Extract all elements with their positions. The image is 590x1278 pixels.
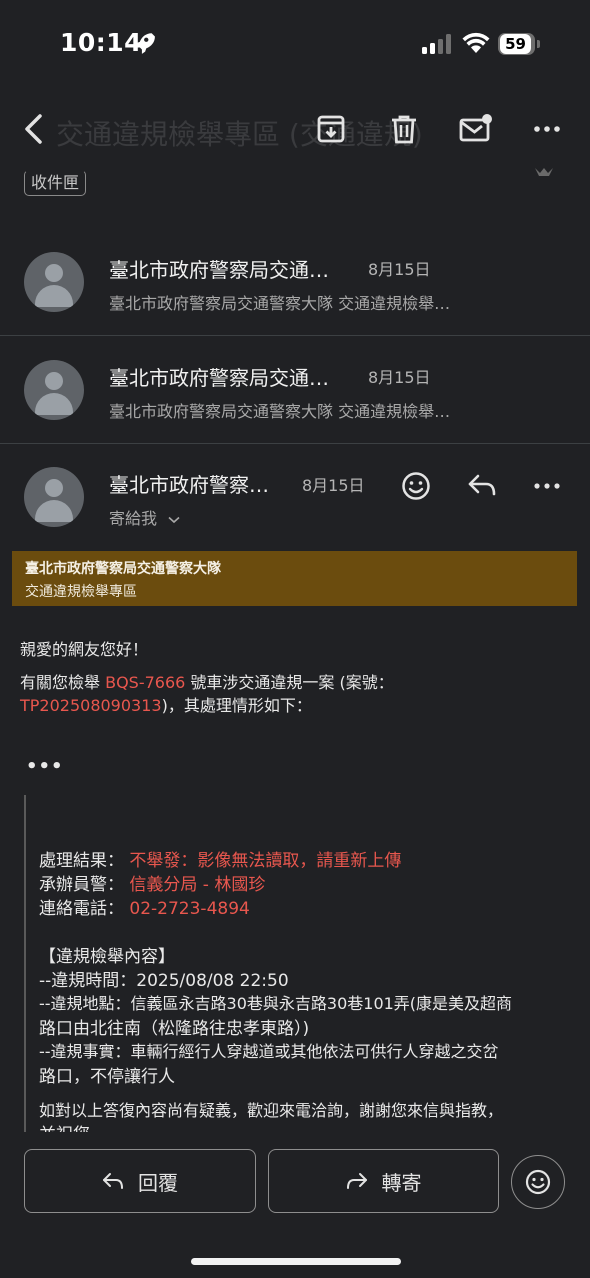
banner-subtitle: 交通違規檢舉專區 [25, 584, 137, 600]
message-more-icon[interactable] [531, 472, 563, 500]
archive-icon[interactable] [314, 112, 348, 146]
phone-line: 連絡電話： 02-2723-4894 [39, 899, 250, 919]
star-icon[interactable] [532, 168, 556, 184]
emoji-icon [525, 1169, 551, 1195]
emoji-reaction-button[interactable] [511, 1155, 565, 1209]
thread-date: 8月15日 [368, 260, 431, 279]
wifi-icon [462, 32, 490, 53]
forward-label: 轉寄 [381, 1170, 422, 1195]
phone-link[interactable]: 02-2723-4894 [129, 899, 249, 919]
show-trimmed-content-button[interactable]: ••• [26, 756, 64, 777]
avatar [24, 252, 84, 312]
banner-title: 臺北市政府警察局交通警察大隊 [25, 561, 221, 577]
battery-indicator: 59 [498, 33, 542, 55]
email-banner: 臺北市政府警察局交通警察大隊 交通違規檢舉專區 [12, 551, 577, 606]
body-line: 有關您檢舉 BQS-7666 號車涉交通違規一案 (案號： [20, 673, 394, 692]
closing-text: 如對以上答復內容尚有疑義，歡迎來電洽詢，謝謝您來信與指教， [39, 1101, 504, 1120]
back-arrow-icon[interactable] [18, 112, 48, 146]
battery-level: 59 [500, 34, 531, 54]
inbox-label-chip[interactable]: 收件匣 [24, 170, 87, 196]
greeting: 親愛的網友您好！ [20, 640, 149, 659]
violation-place: --違規地點：信義區永吉路30巷與永吉路30巷101弄(康是美及超商 [39, 994, 513, 1013]
result-line: 處理結果： 不舉發：影像無法讀取，請重新上傳 [39, 851, 402, 871]
thread-sender: 臺北市政府警察局交通… [109, 258, 329, 282]
divider [0, 443, 590, 444]
reply-button[interactable]: 回覆 [24, 1149, 256, 1213]
quote-bar [24, 795, 26, 1135]
reply-icon[interactable] [466, 472, 498, 500]
violation-fact-cont: 路口，不停讓行人 [39, 1067, 175, 1087]
reply-label: 回覆 [138, 1170, 178, 1195]
thread-snippet: 臺北市政府警察局交通警察大隊 交通違規檢舉… [109, 294, 451, 313]
thread-sender: 臺北市政府警察局交通… [109, 366, 329, 390]
thread-snippet: 臺北市政府警察局交通警察大隊 交通違規檢舉… [109, 402, 451, 421]
violation-fact: --違規事實：車輛行經行人穿越道或其他依法可供行人穿越之交岔 [39, 1042, 499, 1061]
home-indicator[interactable] [191, 1258, 401, 1265]
thread-row[interactable]: 臺北市政府警察局交通… 8月15日 臺北市政府警察局交通警察大隊 交通違規檢舉… [0, 228, 590, 336]
forward-icon [346, 1173, 367, 1189]
avatar [24, 360, 84, 420]
rocket-icon [134, 33, 155, 54]
case-number: TP202508090313 [20, 696, 162, 715]
section-title: 【違規檢舉內容】 [39, 947, 175, 967]
more-options-icon[interactable] [531, 112, 565, 146]
violation-time: --違規時間：2025/08/08 22:50 [39, 971, 289, 991]
thread-date: 8月15日 [368, 368, 431, 387]
plate-number: BQS-7666 [105, 673, 186, 692]
mark-unread-icon[interactable] [458, 112, 494, 146]
cellular-signal-icon [422, 34, 451, 54]
violation-place-cont: 路口由北往南（松隆路往忠孝東路）) [39, 1019, 310, 1039]
result-value: 不舉發：影像無法讀取，請重新上傳 [129, 851, 402, 871]
officer-value: 信義分局 - 林國珍 [129, 875, 266, 895]
body-line: TP202508090313)，其處理情形如下： [20, 696, 312, 715]
forward-button[interactable]: 轉寄 [268, 1149, 499, 1213]
message-sender[interactable]: 臺北市政府警察… [109, 469, 269, 498]
recipient-label: 寄給我 [109, 509, 158, 528]
chevron-down-icon [168, 516, 180, 523]
message-date: 8月15日 [302, 476, 365, 495]
trash-icon[interactable] [387, 112, 421, 146]
sender-avatar [24, 467, 84, 527]
thread-row[interactable]: 臺北市政府警察局交通… 8月15日 臺北市政府警察局交通警察大隊 交通違規檢舉… [0, 336, 590, 444]
recipient-toggle[interactable]: 寄給我 [109, 505, 180, 529]
add-reaction-icon[interactable] [400, 470, 432, 502]
reply-icon [103, 1173, 123, 1189]
officer-line: 承辦員警： 信義分局 - 林國珍 [39, 875, 266, 895]
